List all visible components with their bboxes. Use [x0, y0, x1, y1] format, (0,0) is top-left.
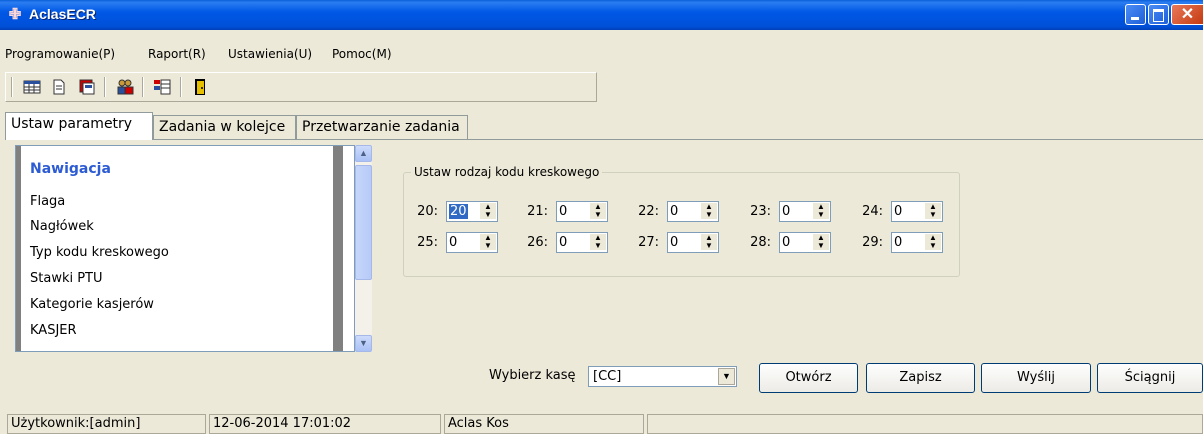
status-datetime: 12-06-2014 17:01:02 [209, 414, 441, 434]
barcode-field-label: 26: [527, 235, 548, 250]
barcode-spinner-value[interactable]: 0 [782, 235, 790, 250]
toolbar-separator [11, 77, 13, 97]
barcode-spinner-value[interactable]: 0 [782, 204, 790, 219]
exit-door-icon[interactable] [191, 78, 209, 96]
nav-item-stawki-ptu[interactable]: Stawki PTU [30, 271, 103, 286]
nav-item-typ-kodu[interactable]: Typ kodu kreskowego [30, 245, 169, 260]
navigation-title: Nawigacja [30, 161, 111, 177]
menu-programowanie[interactable]: Programowanie(P) [5, 47, 115, 61]
toolbar-separator [142, 77, 144, 97]
tab-ustaw-parametry[interactable]: Ustaw parametry [5, 112, 153, 140]
menu-raport[interactable]: Raport(R) [148, 47, 206, 61]
save-button[interactable]: Zapisz [866, 363, 975, 393]
minimize-button[interactable] [1125, 4, 1146, 25]
send-button[interactable]: Wyślij [981, 363, 1091, 393]
scroll-up-icon[interactable]: ▲ [355, 145, 372, 162]
properties-icon[interactable] [78, 78, 96, 96]
menu-ustawienia[interactable]: Ustawienia(U) [228, 47, 312, 61]
spinner-arrows-icon[interactable]: ▲ ▼ [480, 234, 496, 251]
navigation-panel: Nawigacja Flaga Nagłówek Typ kodu kresko… [15, 145, 355, 352]
tab-zadania-w-kolejce[interactable]: Zadania w kolejce [153, 115, 296, 139]
menu-pomoc[interactable]: Pomoc(M) [332, 47, 392, 61]
barcode-spinner-value[interactable]: 0 [894, 235, 902, 250]
barcode-type-group [403, 172, 960, 277]
document-icon[interactable] [50, 78, 68, 96]
barcode-spinner-value[interactable]: 0 [670, 235, 678, 250]
users-icon[interactable] [116, 78, 134, 96]
spinner-arrows-icon[interactable]: ▲ ▼ [701, 234, 717, 251]
status-bar: Użytkownik:[admin] 12-06-2014 17:01:02 A… [0, 414, 1203, 434]
spinner-arrows-icon[interactable]: ▲ ▼ [590, 234, 606, 251]
spinner-arrows-icon[interactable]: ▲ ▼ [925, 234, 941, 251]
table-icon[interactable] [23, 78, 41, 96]
register-select[interactable]: [CC] ▼ [588, 366, 737, 387]
barcode-field-label: 23: [750, 204, 771, 219]
status-empty [647, 414, 1203, 434]
download-button[interactable]: Ściągnij [1097, 363, 1203, 393]
barcode-spinner[interactable]: 0 ▲ ▼ [446, 232, 498, 253]
barcode-spinner[interactable]: 20 ▲ ▼ [446, 201, 498, 222]
barcode-spinner[interactable]: 0 ▲ ▼ [891, 232, 943, 253]
close-button[interactable]: ✕ [1171, 4, 1203, 25]
group-legend: Ustaw rodzaj kodu kreskowego [411, 165, 603, 179]
barcode-spinner[interactable]: 0 ▲ ▼ [556, 201, 608, 222]
spinner-arrows-icon[interactable]: ▲ ▼ [813, 234, 829, 251]
barcode-spinner[interactable]: 0 ▲ ▼ [779, 201, 831, 222]
app-icon: ✙ [8, 6, 22, 23]
barcode-spinner[interactable]: 0 ▲ ▼ [891, 201, 943, 222]
nav-item-flaga[interactable]: Flaga [30, 194, 65, 209]
spinner-arrows-icon[interactable]: ▲ ▼ [590, 203, 606, 220]
barcode-spinner-value[interactable]: 0 [670, 204, 678, 219]
barcode-spinner[interactable]: 0 ▲ ▼ [779, 232, 831, 253]
barcode-spinner[interactable]: 0 ▲ ▼ [556, 232, 608, 253]
barcode-spinner[interactable]: 0 ▲ ▼ [667, 232, 719, 253]
scroll-thumb[interactable] [355, 165, 372, 280]
barcode-spinner-value[interactable]: 0 [449, 235, 457, 250]
nav-item-kasjer[interactable]: KASJER [30, 323, 77, 338]
nav-item-kategorie-kasjerow[interactable]: Kategorie kasjerów [30, 297, 154, 312]
barcode-field-label: 20: [417, 204, 438, 219]
title-bar: ✙ AclasECR ✕ [0, 0, 1203, 30]
navigation-scrollbar[interactable]: ▲ ▼ [355, 145, 372, 352]
nav-item-naglowek[interactable]: Nagłówek [30, 219, 94, 234]
barcode-spinner-value[interactable]: 0 [894, 204, 902, 219]
toolbar [5, 72, 597, 102]
barcode-field-label: 24: [862, 204, 883, 219]
spinner-arrows-icon[interactable]: ▲ ▼ [813, 203, 829, 220]
spinner-arrows-icon[interactable]: ▲ ▼ [925, 203, 941, 220]
spinner-arrows-icon[interactable]: ▲ ▼ [701, 203, 717, 220]
barcode-spinner-value[interactable]: 20 [449, 204, 468, 219]
status-company: Aclas Kos [444, 414, 644, 434]
toolbar-separator [180, 77, 182, 97]
toolbar-separator [104, 77, 106, 97]
maximize-button[interactable] [1148, 4, 1169, 25]
barcode-field-label: 27: [638, 235, 659, 250]
barcode-field-label: 25: [417, 235, 438, 250]
register-select-value: [CC] [593, 369, 622, 384]
barcode-spinner-value[interactable]: 0 [559, 235, 567, 250]
barcode-spinner[interactable]: 0 ▲ ▼ [667, 201, 719, 222]
grid-settings-icon[interactable] [153, 78, 171, 96]
tab-przetwarzanie-zadania[interactable]: Przetwarzanie zadania [296, 115, 468, 139]
select-register-label: Wybierz kasę [489, 368, 576, 383]
window-title: AclasECR [29, 6, 96, 22]
status-user: Użytkownik:[admin] [7, 414, 206, 434]
spinner-arrows-icon[interactable]: ▲ ▼ [480, 203, 496, 220]
chevron-down-icon[interactable]: ▼ [718, 368, 735, 385]
barcode-field-label: 21: [527, 204, 548, 219]
open-button[interactable]: Otwórz [759, 363, 858, 393]
barcode-field-label: 29: [862, 235, 883, 250]
barcode-spinner-value[interactable]: 0 [559, 204, 567, 219]
scroll-down-icon[interactable]: ▼ [355, 335, 372, 352]
barcode-field-label: 28: [750, 235, 771, 250]
barcode-field-label: 22: [638, 204, 659, 219]
